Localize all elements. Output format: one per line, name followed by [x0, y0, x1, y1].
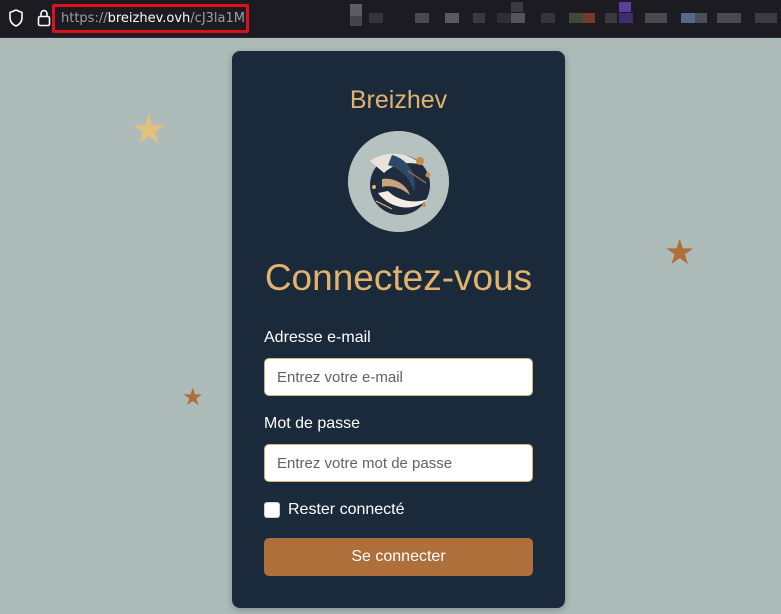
redacted-toolbar-area: [345, 0, 781, 38]
brand-name: Breizhev: [349, 86, 448, 114]
email-field[interactable]: [264, 358, 533, 396]
login-button[interactable]: Se connecter: [264, 538, 533, 576]
url-host: breizhev.ovh: [107, 11, 191, 26]
remember-label: Rester connecté: [288, 501, 405, 518]
star-icon: ★: [664, 233, 696, 273]
browser-toolbar: https://breizhev.ovh/cJ3la1M: [0, 0, 781, 38]
url-path: /cJ3la1M: [190, 11, 245, 26]
address-bar[interactable]: https://breizhev.ovh/cJ3la1M: [52, 4, 249, 33]
star-icon: ★: [182, 383, 204, 411]
url-scheme: https://: [61, 11, 108, 26]
page-title: Connectez-vous: [264, 257, 533, 298]
login-card: Breizhev Connectez-vous Adresse e-mail M…: [232, 51, 565, 608]
star-icon: ★: [131, 107, 167, 153]
shield-icon[interactable]: [8, 9, 24, 27]
remember-checkbox[interactable]: [264, 502, 280, 518]
remember-me[interactable]: Rester connecté: [264, 501, 405, 519]
lock-icon[interactable]: [37, 9, 51, 27]
password-label: Mot de passe: [264, 415, 361, 432]
email-label: Adresse e-mail: [264, 329, 371, 346]
logo-emblem: [348, 131, 449, 232]
password-field[interactable]: [264, 444, 533, 482]
